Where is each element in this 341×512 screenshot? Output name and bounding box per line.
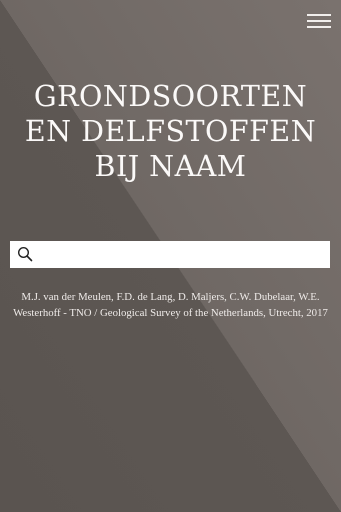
- search-bar[interactable]: [10, 241, 330, 268]
- page-title: GRONDSOORTEN EN DELFSTOFFEN BIJ NAAM: [0, 79, 341, 184]
- search-input[interactable]: [40, 241, 326, 268]
- credits-text: M.J. van der Meulen, F.D. de Lang, D. Ma…: [13, 291, 328, 319]
- hamburger-menu-icon[interactable]: [307, 12, 331, 30]
- search-icon[interactable]: [17, 246, 33, 262]
- title-line-2: EN DELFSTOFFEN: [24, 115, 317, 148]
- title-line-3: BIJ NAAM: [94, 150, 247, 183]
- title-line-1: GRONDSOORTEN: [33, 80, 308, 113]
